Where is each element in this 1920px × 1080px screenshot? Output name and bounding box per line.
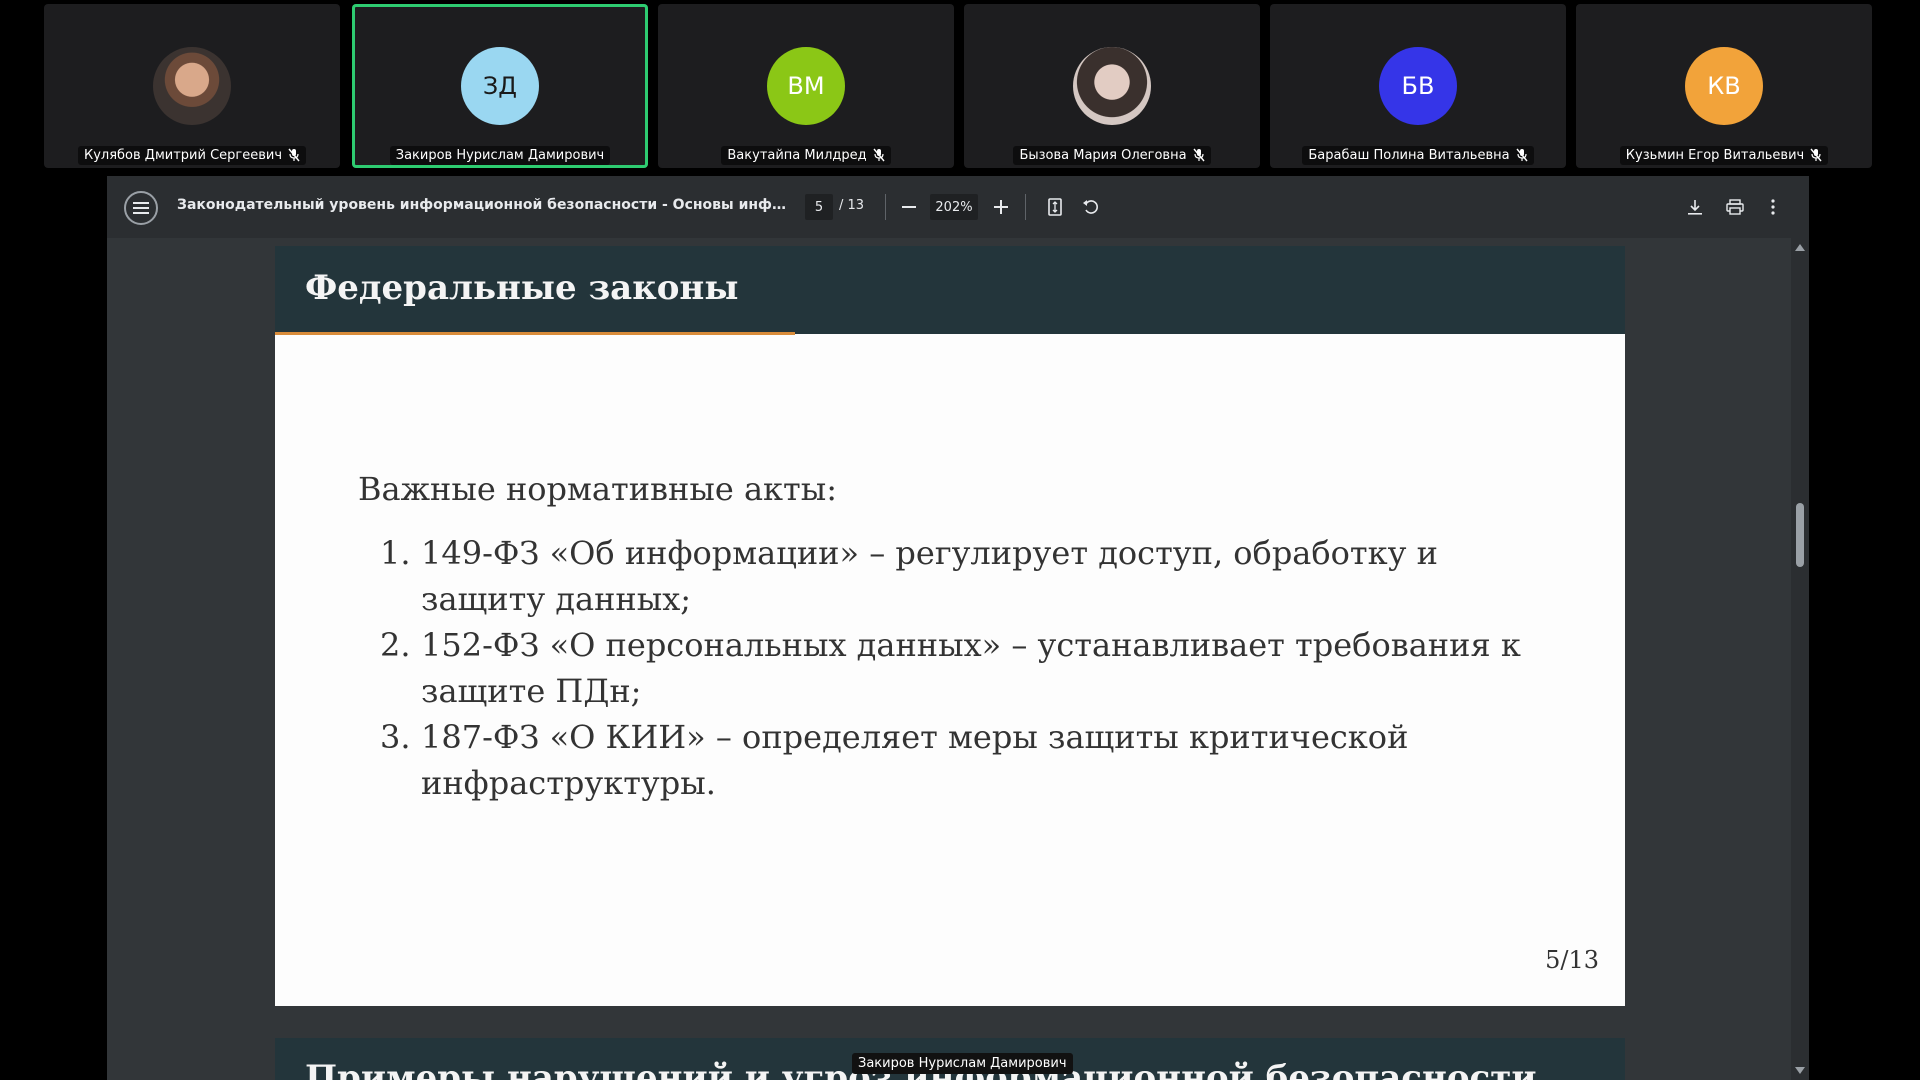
rotate-button[interactable] [1077, 193, 1105, 221]
mic-off-icon [873, 148, 885, 162]
participant-avatar: ЗД [461, 47, 539, 125]
list-text: 187-ФЗ «О КИИ» – определяет меры защиты … [421, 718, 1409, 802]
download-button[interactable] [1681, 193, 1709, 221]
participant-tile-active[interactable]: ЗД Закиров Нурислам Дамирович [352, 4, 648, 168]
mic-off-icon [1516, 148, 1528, 162]
document-area[interactable]: Федеральные законы Важные нормативные ак… [107, 238, 1809, 1080]
page-total: / 13 [839, 198, 865, 213]
participants-strip: Кулябов Дмитрий Сергеевич ЗД Закиров Нур… [44, 4, 1876, 168]
mic-off-icon [1810, 148, 1822, 162]
slide-page-number: 5/13 [1545, 946, 1599, 974]
participant-tile[interactable]: КВ Кузьмин Егор Витальевич [1576, 4, 1872, 168]
zoom-out-button[interactable] [895, 193, 923, 221]
list-number: 3. [380, 718, 411, 756]
mic-off-icon [288, 148, 300, 162]
participant-name: Закиров Нурислам Дамирович [395, 147, 605, 163]
list-item: 1. 149-ФЗ «Об информации» – регулирует до… [380, 530, 1560, 622]
list-text: 152-ФЗ «О персональных данных» – устанав… [421, 626, 1521, 710]
slide-intro: Важные нормативные акты: [358, 470, 837, 508]
list-item: 3. 187-ФЗ «О КИИ» – определяет меры защит… [380, 714, 1560, 806]
participant-name: Вакутайпа Милдред [727, 147, 867, 163]
pdf-toolbar: Законодательный уровень информационной б… [107, 176, 1809, 238]
participant-avatar [1073, 47, 1151, 125]
hamburger-icon [133, 202, 149, 214]
list-text: 149-ФЗ «Об информации» – регулирует дост… [421, 534, 1438, 618]
vertical-scrollbar[interactable] [1791, 238, 1809, 1080]
scroll-up-arrow-icon[interactable] [1795, 244, 1805, 251]
scroll-thumb[interactable] [1796, 503, 1804, 567]
fit-page-button[interactable] [1041, 193, 1069, 221]
slide-header: Федеральные законы [275, 246, 1625, 334]
participant-avatar: БВ [1379, 47, 1457, 125]
participant-tile[interactable]: БВ Барабаш Полина Витальевна [1270, 4, 1566, 168]
participant-name: Барабаш Полина Витальевна [1308, 147, 1510, 163]
download-icon [1688, 200, 1702, 215]
slide-list: 1. 149-ФЗ «Об информации» – регулирует до… [380, 530, 1560, 806]
print-icon [1726, 199, 1744, 215]
toolbar-divider [885, 194, 886, 220]
more-vert-icon [1771, 199, 1775, 215]
minus-icon [902, 206, 916, 208]
rotate-icon [1083, 200, 1098, 214]
participant-name: Бызова Мария Олеговна [1019, 147, 1187, 163]
document-title: Законодательный уровень информационной б… [177, 197, 787, 213]
slide-accent-line [275, 332, 795, 335]
participant-avatar: ВМ [767, 47, 845, 125]
participant-name: Кузьмин Егор Витальевич [1625, 147, 1805, 163]
menu-button[interactable] [124, 191, 158, 225]
more-options-button[interactable] [1759, 193, 1787, 221]
participant-avatar: КВ [1685, 47, 1763, 125]
pdf-viewer: Законодательный уровень информационной б… [107, 176, 1809, 1080]
mic-off-icon [1193, 148, 1205, 162]
scroll-down-arrow-icon[interactable] [1795, 1067, 1805, 1074]
list-number: 1. [380, 534, 411, 572]
zoom-level-input[interactable]: 202% [930, 194, 978, 220]
plus-icon [994, 200, 1008, 214]
participant-tile[interactable]: Кулябов Дмитрий Сергеевич [44, 4, 340, 168]
page-number-input[interactable]: 5 [805, 194, 833, 220]
slide-page: Федеральные законы Важные нормативные ак… [275, 246, 1625, 1006]
list-number: 2. [380, 626, 411, 664]
print-button[interactable] [1721, 193, 1749, 221]
fit-page-icon [1048, 198, 1062, 216]
zoom-in-button[interactable] [987, 193, 1015, 221]
participant-name: Кулябов Дмитрий Сергеевич [83, 147, 283, 163]
slide-title: Федеральные законы [305, 268, 739, 308]
participant-avatar [153, 47, 231, 125]
participant-tile[interactable]: ВМ Вакутайпа Милдред [658, 4, 954, 168]
list-item: 2. 152-ФЗ «О персональных данных» – устан… [380, 622, 1560, 714]
toolbar-divider [1025, 194, 1026, 220]
participant-tile[interactable]: Бызова Мария Олеговна [964, 4, 1260, 168]
active-speaker-label: Закиров Нурислам Дамирович [852, 1053, 1073, 1074]
